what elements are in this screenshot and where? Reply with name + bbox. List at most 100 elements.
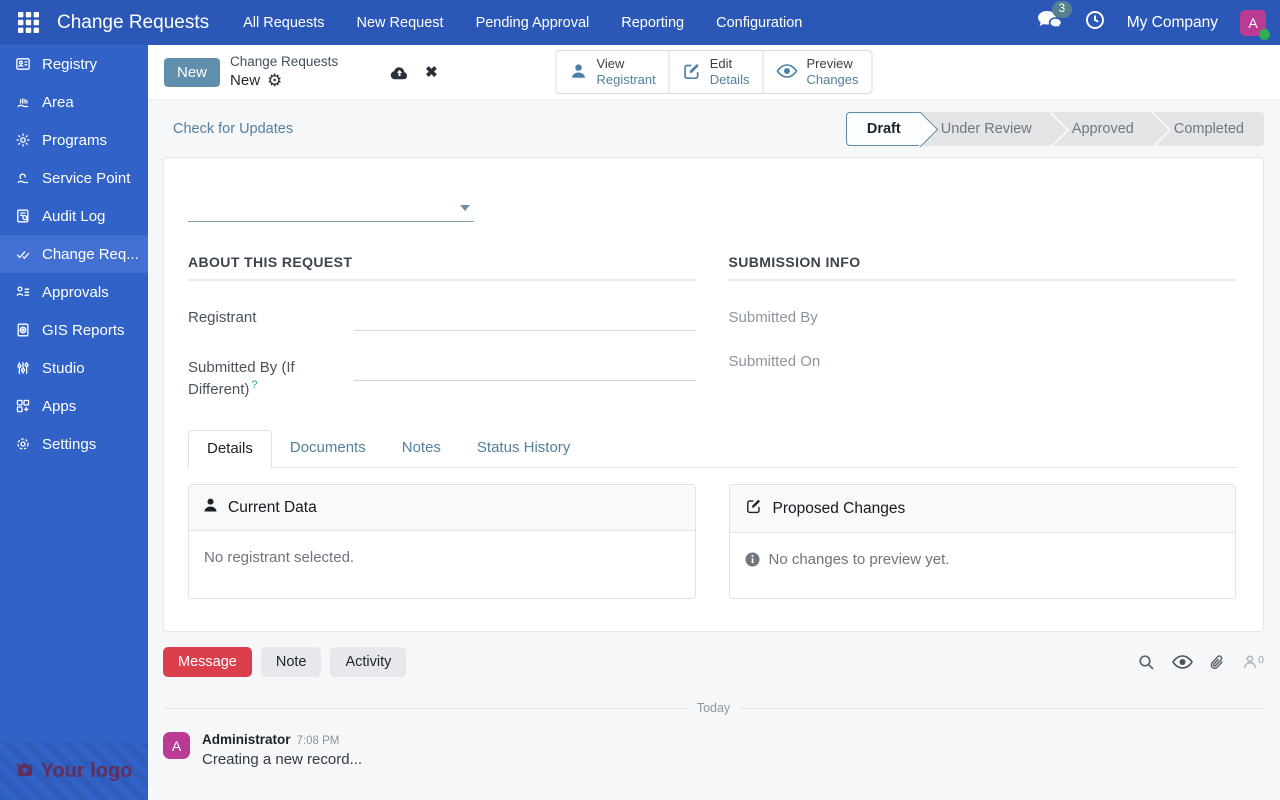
- message-avatar[interactable]: A: [163, 732, 190, 759]
- edit-details-button[interactable]: EditDetails: [669, 50, 764, 95]
- help-tooltip-icon[interactable]: ?: [251, 379, 257, 391]
- log-note-button[interactable]: Note: [261, 647, 322, 677]
- logo-placeholder[interactable]: Your logo: [0, 742, 148, 800]
- breadcrumb-parent-link[interactable]: Change Requests: [230, 53, 338, 71]
- panel-title: Proposed Changes: [773, 500, 906, 518]
- sidebar-item-programs[interactable]: Programs: [0, 121, 148, 159]
- notification-badge: 3: [1052, 1, 1072, 19]
- edit-icon: [745, 498, 762, 519]
- chatter: Message Note Activity: [163, 632, 1264, 768]
- audit-log-icon: [15, 208, 31, 224]
- section-title: ABOUT THIS REQUEST: [188, 254, 696, 270]
- preview-changes-button[interactable]: PreviewChanges: [762, 50, 872, 95]
- status-strip: Check for Updates Draft Under Review App…: [148, 100, 1280, 157]
- user-icon: [569, 62, 587, 83]
- breadcrumb: Change Requests New ⚙: [230, 53, 338, 90]
- sidebar-item-area[interactable]: Area: [0, 83, 148, 121]
- search-messages-icon[interactable]: [1138, 654, 1155, 671]
- button-line2: Registrant: [596, 72, 655, 88]
- statusbar-step-under-review[interactable]: Under Review: [921, 112, 1052, 146]
- programs-icon: [15, 132, 31, 148]
- message-timestamp: 7:08 PM: [297, 735, 340, 747]
- record-actions-gear-icon[interactable]: ⚙: [267, 72, 282, 89]
- check-updates-link[interactable]: Check for Updates: [173, 121, 293, 137]
- user-avatar[interactable]: A: [1240, 10, 1266, 36]
- sidebar-item-gis-reports[interactable]: GIS Reports: [0, 311, 148, 349]
- page-header: New Change Requests New ⚙ ✖ ViewRe: [148, 45, 1280, 100]
- messages-button[interactable]: 3: [1037, 10, 1063, 36]
- company-menu[interactable]: My Company: [1127, 14, 1218, 32]
- nav-all-requests[interactable]: All Requests: [243, 15, 324, 31]
- field-label: Submitted On: [729, 351, 895, 372]
- chatter-tools: 0: [1138, 654, 1264, 671]
- sidebar-item-label: Audit Log: [42, 208, 105, 225]
- sidebar: Registry Area Programs Service Point: [0, 45, 148, 800]
- statusbar-step-draft[interactable]: Draft: [846, 112, 921, 146]
- message-author[interactable]: Administrator: [202, 732, 291, 747]
- sidebar-item-registry[interactable]: Registry: [0, 45, 148, 83]
- field-submitted-by: Submitted By: [729, 307, 1237, 331]
- followers-button[interactable]: 0: [1242, 654, 1264, 670]
- field-registrant: Registrant: [188, 307, 696, 331]
- sidebar-item-change-requests[interactable]: Change Req...: [0, 235, 148, 273]
- paperclip-icon[interactable]: [1210, 654, 1225, 671]
- online-status-dot: [1259, 29, 1270, 40]
- message-item: A Administrator 7:08 PM Creating a new r…: [163, 732, 1264, 768]
- header-action-buttons: ViewRegistrant EditDetails: [555, 50, 872, 95]
- button-line2: Details: [710, 72, 750, 88]
- sidebar-item-studio[interactable]: Studio: [0, 349, 148, 387]
- chevron-down-icon: [460, 205, 470, 211]
- chatter-composer: Message Note Activity: [163, 647, 1264, 677]
- nav-reporting[interactable]: Reporting: [621, 15, 684, 31]
- settings-icon: [15, 436, 31, 452]
- sidebar-item-label: Apps: [42, 398, 76, 415]
- tab-notes[interactable]: Notes: [384, 430, 459, 467]
- tab-details[interactable]: Details: [188, 430, 272, 468]
- apps-grid-icon[interactable]: [14, 8, 43, 37]
- activity-button[interactable]: Activity: [330, 647, 406, 677]
- topbar: Change Requests All Requests New Request…: [0, 0, 1280, 45]
- registrant-input[interactable]: [354, 307, 696, 331]
- eye-icon[interactable]: [1172, 655, 1193, 669]
- sidebar-item-label: Registry: [42, 56, 97, 73]
- sidebar-item-approvals[interactable]: Approvals: [0, 273, 148, 311]
- nav-configuration[interactable]: Configuration: [716, 15, 802, 31]
- clock-icon: [1085, 10, 1105, 35]
- change-requests-icon: [15, 246, 31, 262]
- sidebar-item-label: Service Point: [42, 170, 130, 187]
- registry-icon: [15, 56, 31, 72]
- nav-new-request[interactable]: New Request: [357, 15, 444, 31]
- save-cloud-icon[interactable]: [390, 65, 409, 80]
- field-submitted-by-if-different: Submitted By (If Different)?: [188, 357, 696, 400]
- step-label: Approved: [1072, 121, 1134, 137]
- app-title[interactable]: Change Requests: [57, 12, 209, 34]
- breadcrumb-current: New: [230, 71, 260, 91]
- record-title-select[interactable]: [188, 192, 474, 222]
- discard-close-icon[interactable]: ✖: [425, 63, 438, 81]
- topbar-nav: All Requests New Request Pending Approva…: [243, 15, 802, 31]
- tab-status-history[interactable]: Status History: [459, 430, 588, 467]
- button-line2: Changes: [806, 72, 858, 88]
- button-line1: Preview: [806, 56, 858, 72]
- sidebar-item-audit-log[interactable]: Audit Log: [0, 197, 148, 235]
- detail-panels: Current Data No registrant selected. Pro…: [188, 484, 1236, 599]
- area-icon: [15, 94, 31, 110]
- message-body: Creating a new record...: [202, 751, 362, 768]
- sidebar-item-settings[interactable]: Settings: [0, 425, 148, 463]
- sidebar-item-label: Settings: [42, 436, 96, 453]
- tab-documents[interactable]: Documents: [272, 430, 384, 467]
- service-point-icon: [15, 170, 31, 186]
- submitted-by-input[interactable]: [354, 357, 696, 381]
- current-data-panel: Current Data No registrant selected.: [188, 484, 696, 599]
- send-message-button[interactable]: Message: [163, 647, 252, 677]
- activity-clock-button[interactable]: [1085, 10, 1105, 35]
- view-registrant-button[interactable]: ViewRegistrant: [555, 50, 669, 95]
- sidebar-item-service-point[interactable]: Service Point: [0, 159, 148, 197]
- submitted-on-value: [895, 351, 1237, 375]
- camera-icon: [16, 760, 34, 783]
- sidebar-item-apps[interactable]: Apps: [0, 387, 148, 425]
- proposed-changes-panel: Proposed Changes No changes to preview y…: [729, 484, 1237, 599]
- section-about-request: ABOUT THIS REQUEST Registrant Submitted …: [188, 254, 696, 400]
- nav-pending-approval[interactable]: Pending Approval: [476, 15, 590, 31]
- statusbar-pipeline: Draft Under Review Approved Completed: [846, 112, 1264, 146]
